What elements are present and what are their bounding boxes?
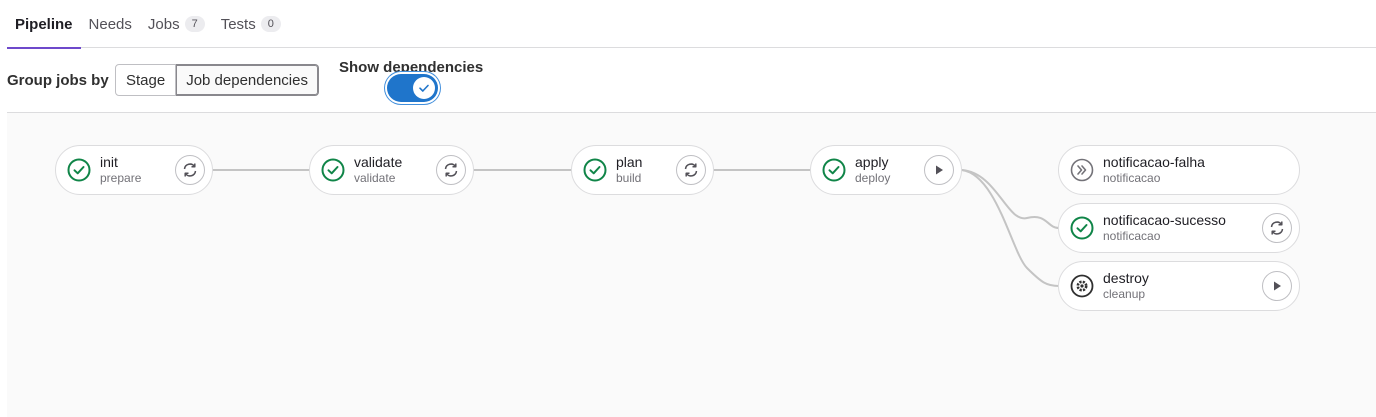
retry-button[interactable] [175, 155, 205, 185]
show-dependencies-toggle[interactable] [387, 74, 438, 102]
play-button[interactable] [924, 155, 954, 185]
job-stage: deploy [855, 171, 891, 185]
job-notificacao-falha[interactable]: notificacao-falha notificacao [1058, 145, 1300, 195]
check-icon [419, 84, 429, 92]
tab-tests[interactable]: Tests 0 [213, 0, 289, 48]
status-success-icon [321, 158, 345, 182]
job-destroy[interactable]: destroy cleanup [1058, 261, 1300, 311]
group-by-job-dependencies-button[interactable]: Job dependencies [176, 64, 319, 96]
group-by-segmented-control: Stage Job dependencies [115, 64, 319, 96]
tab-tests-label: Tests [220, 15, 256, 33]
status-success-icon [67, 158, 91, 182]
status-success-icon [822, 158, 846, 182]
job-name: notificacao-falha [1103, 154, 1205, 170]
graph-toolbar: Group jobs by Stage Job dependencies Sho… [7, 48, 1376, 113]
link-apply-notificacao-sucesso [961, 169, 1060, 229]
pipeline-tabs: Pipeline Needs Jobs 7 Tests 0 [7, 0, 1376, 49]
job-name: validate [354, 154, 403, 170]
tab-jobs-label: Jobs [147, 15, 180, 33]
job-name: apply [855, 154, 889, 170]
job-name: notificacao-sucesso [1103, 212, 1226, 228]
play-icon [936, 165, 943, 175]
retry-button[interactable] [436, 155, 466, 185]
retry-button[interactable] [676, 155, 706, 185]
status-skipped-icon [1070, 158, 1094, 182]
status-success-icon [583, 158, 607, 182]
status-success-icon [1070, 216, 1094, 240]
job-stage: notificacao [1103, 229, 1161, 243]
tab-pipeline[interactable]: Pipeline [7, 0, 81, 49]
job-stage: validate [354, 171, 396, 185]
job-plan[interactable]: plan build [571, 145, 714, 195]
link-apply-destroy [961, 169, 1060, 287]
jobs-count-badge: 7 [184, 16, 205, 32]
retry-icon [1270, 221, 1284, 235]
tab-jobs[interactable]: Jobs 7 [140, 0, 213, 48]
status-manual-gear-icon [1070, 274, 1094, 298]
retry-button[interactable] [1262, 213, 1292, 243]
retry-icon [684, 163, 698, 177]
job-stage: prepare [100, 171, 142, 185]
job-validate[interactable]: validate validate [309, 145, 474, 195]
job-name: destroy [1103, 270, 1149, 286]
tab-needs-label: Needs [88, 15, 132, 33]
play-icon [1274, 281, 1281, 291]
group-by-stage-button[interactable]: Stage [115, 64, 177, 96]
retry-icon [183, 163, 197, 177]
toggle-knob [413, 77, 435, 99]
tab-pipeline-label: Pipeline [15, 15, 73, 33]
play-button[interactable] [1262, 271, 1292, 301]
job-stage: build [616, 171, 642, 185]
job-name: init [100, 154, 118, 170]
job-apply[interactable]: apply deploy [810, 145, 962, 195]
tab-needs[interactable]: Needs [81, 0, 140, 48]
job-stage: cleanup [1103, 287, 1146, 301]
pipeline-graph: init prepare validate validate plan buil… [7, 113, 1376, 417]
job-notificacao-sucesso[interactable]: notificacao-sucesso notificacao [1058, 203, 1300, 253]
job-init[interactable]: init prepare [55, 145, 213, 195]
retry-icon [444, 163, 458, 177]
job-name: plan [616, 154, 643, 170]
tests-count-badge: 0 [260, 16, 281, 32]
group-jobs-label: Group jobs by [7, 72, 109, 89]
job-stage: notificacao [1103, 171, 1161, 185]
